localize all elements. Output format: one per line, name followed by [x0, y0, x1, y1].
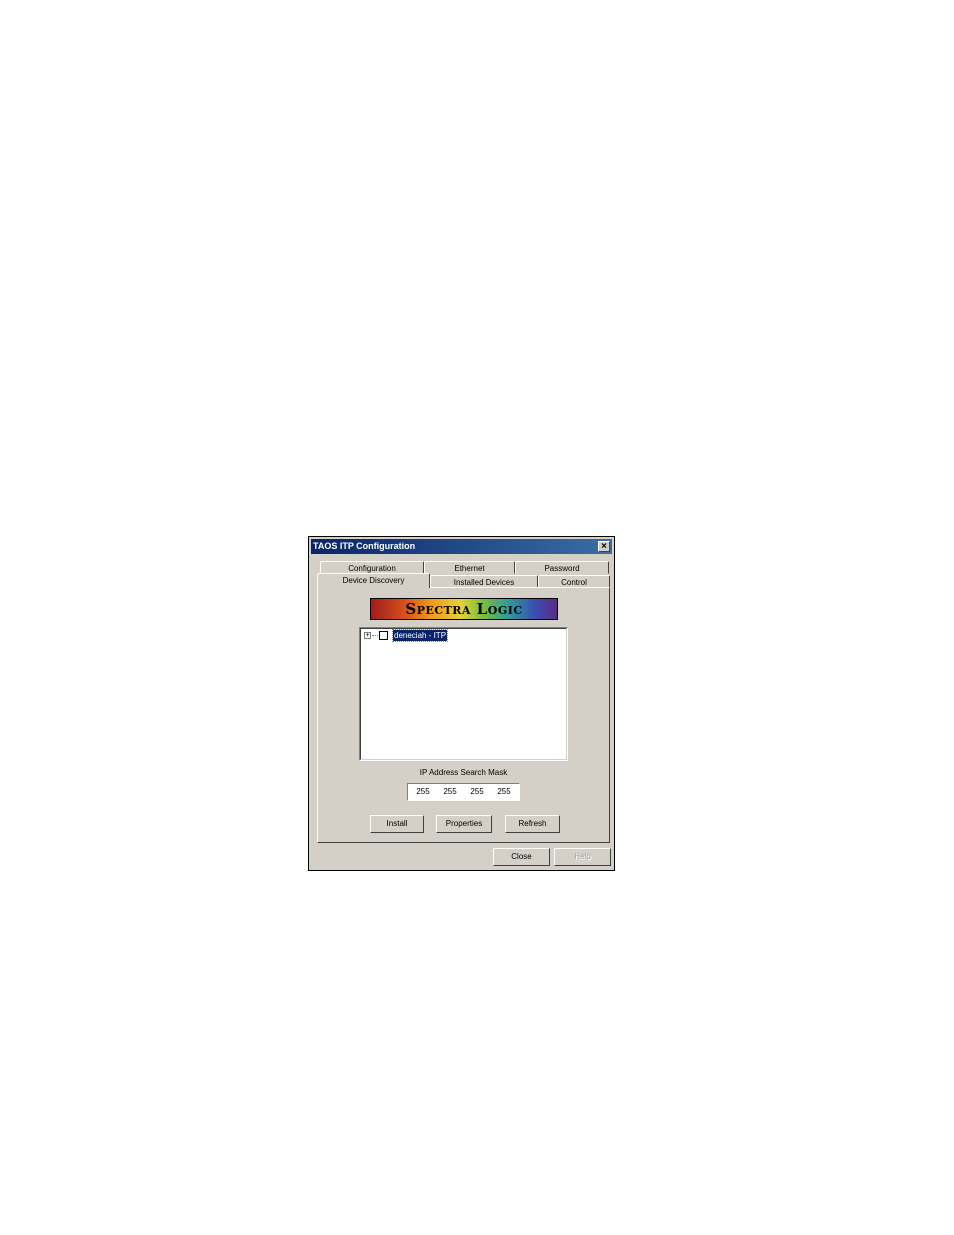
checkbox-icon[interactable] — [379, 631, 388, 640]
spectra-logic-logo: Spectra Logic — [370, 598, 558, 620]
ip-search-mask-input[interactable]: 255 255 255 255 — [407, 783, 520, 801]
logo-text: Spectra Logic — [405, 600, 523, 618]
plus-expand-icon[interactable]: + — [364, 632, 371, 639]
install-button[interactable]: Install — [370, 815, 424, 833]
taos-itp-configuration-dialog: TAOS ITP Configuration × Configuration E… — [308, 536, 615, 871]
device-tree-viewport: + deneciah - ITP — [360, 628, 567, 760]
mask-octet-1[interactable]: 255 — [413, 787, 433, 796]
device-tree[interactable]: + deneciah - ITP — [359, 627, 568, 761]
close-icon[interactable]: × — [598, 541, 610, 552]
mask-octet-2[interactable]: 255 — [440, 787, 460, 796]
tab-password[interactable]: Password — [515, 561, 609, 574]
refresh-button[interactable]: Refresh — [505, 815, 560, 833]
tree-item-device[interactable]: deneciah - ITP — [391, 629, 449, 642]
tab-device-discovery[interactable]: Device Discovery — [317, 573, 430, 588]
tree-connector-line — [372, 635, 378, 636]
mask-octet-4[interactable]: 255 — [494, 787, 514, 796]
help-button[interactable]: Help — [554, 848, 611, 866]
window-title: TAOS ITP Configuration — [313, 541, 416, 551]
title-bar[interactable]: TAOS ITP Configuration × — [311, 539, 612, 554]
ip-search-mask-label: IP Address Search Mask — [419, 768, 508, 777]
close-button[interactable]: Close — [493, 848, 550, 866]
mask-octet-3[interactable]: 255 — [467, 787, 487, 796]
tab-ethernet[interactable]: Ethernet — [424, 561, 515, 574]
properties-button[interactable]: Properties — [436, 815, 492, 833]
device-discovery-panel: Spectra Logic + deneciah - ITP IP Addres… — [317, 587, 610, 843]
